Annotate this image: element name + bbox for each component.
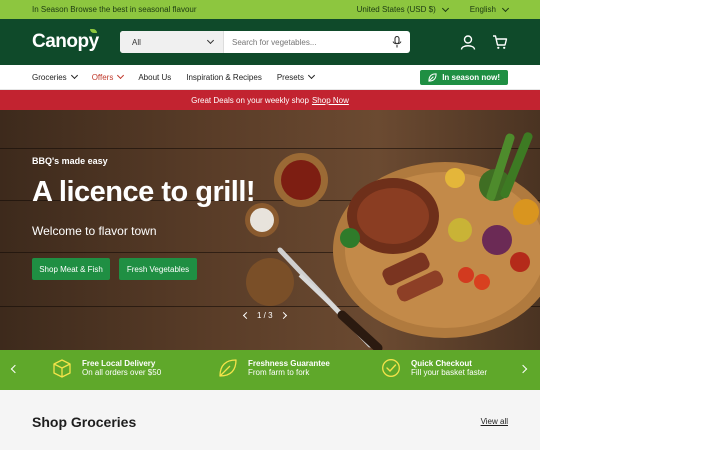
fresh-vegetables-button[interactable]: Fresh Vegetables <box>119 258 197 280</box>
locale-selectors: United States (USD $) English <box>356 4 510 14</box>
nav-item-about-us[interactable]: About Us <box>138 73 171 82</box>
features-next-icon[interactable] <box>518 364 528 374</box>
feature-free-delivery: Free Local Delivery On all orders over $… <box>52 358 161 378</box>
feature-title: Freshness Guarantee <box>248 359 330 368</box>
header-icons <box>460 34 508 50</box>
next-slide-icon[interactable] <box>279 311 287 320</box>
feature-subtitle: From farm to fork <box>248 368 310 377</box>
shop-meat-fish-button[interactable]: Shop Meat & Fish <box>32 258 110 280</box>
hero-slideshow: BBQ's made easy A licence to grill! Welc… <box>0 110 540 350</box>
box-icon <box>53 359 71 378</box>
nav-item-label: Groceries <box>32 72 67 82</box>
promo-text: Great Deals on your weekly shop <box>191 95 309 105</box>
nav-item-label: Inspiration & Recipes <box>186 72 262 82</box>
nav-item-offers[interactable]: Offers <box>91 71 125 82</box>
features-previous-icon[interactable] <box>10 364 20 374</box>
slideshow-controls: 1 / 3 <box>242 311 287 320</box>
nav-item-label: Presets <box>276 72 304 82</box>
search-category-label: All <box>132 37 141 47</box>
feature-title: Quick Checkout <box>411 359 472 368</box>
account-icon[interactable] <box>460 34 476 50</box>
announcement-bar: In Season Browse the best in seasonal fl… <box>0 0 540 19</box>
search-field <box>224 31 410 53</box>
in-season-label: In season now! <box>442 72 500 82</box>
feature-text: Quick Checkout Fill your basket faster <box>411 359 487 377</box>
chevron-down-icon <box>117 71 125 80</box>
hero-kicker: BBQ's made easy <box>32 156 108 166</box>
slide-indicator: 1 / 3 <box>257 311 273 320</box>
feature-freshness-guarantee: Freshness Guarantee From farm to fork <box>218 358 330 378</box>
chevron-down-icon <box>307 71 315 80</box>
search-category-dropdown[interactable]: All <box>120 31 224 53</box>
page: In Season Browse the best in seasonal fl… <box>0 0 720 450</box>
country-label: United States (USD $) <box>356 5 436 14</box>
language-selector[interactable]: English <box>469 4 510 14</box>
promo-shop-now-link[interactable]: Shop Now <box>312 96 349 105</box>
hero-title: A licence to grill! <box>32 176 256 208</box>
microphone-icon[interactable] <box>392 36 402 48</box>
nav-item-presets[interactable]: Presets <box>276 71 315 82</box>
logo-text: Canopy <box>32 31 99 52</box>
check-circle-icon <box>382 359 400 377</box>
nav-item-label: Offers <box>91 72 114 82</box>
feature-text: Freshness Guarantee From farm to fork <box>248 359 330 377</box>
feature-subtitle: On all orders over $50 <box>82 368 162 377</box>
nav-item-label: About Us <box>138 72 172 82</box>
feature-title: Free Local Delivery <box>82 359 156 368</box>
logo[interactable]: Canopy <box>32 29 120 53</box>
previous-slide-icon[interactable] <box>242 311 251 320</box>
feature-quick-checkout: Quick Checkout Fill your basket faster <box>381 358 487 378</box>
logo-leaf-icon <box>90 29 97 33</box>
search-input[interactable] <box>232 37 392 47</box>
storefront: In Season Browse the best in seasonal fl… <box>0 0 540 450</box>
nav-item-inspiration-recipes[interactable]: Inspiration & Recipes <box>186 73 262 82</box>
leaf-icon <box>219 359 237 377</box>
country-selector[interactable]: United States (USD $) <box>356 4 449 14</box>
site-header: Canopy All <box>0 19 540 65</box>
chevron-down-icon <box>501 4 510 12</box>
feature-text: Free Local Delivery On all orders over $… <box>82 359 161 377</box>
cart-icon[interactable] <box>492 34 508 50</box>
leaf-icon <box>428 72 437 82</box>
hero-subtitle: Welcome to flavor town <box>32 224 157 238</box>
section-title: Shop Groceries <box>32 414 137 430</box>
nav-item-groceries[interactable]: Groceries <box>32 71 78 82</box>
in-season-button[interactable]: In season now! <box>420 69 508 85</box>
promo-banner: Great Deals on your weekly shop Shop Now <box>0 90 540 110</box>
language-label: English <box>469 5 496 14</box>
feature-subtitle: Fill your basket faster <box>411 368 488 377</box>
view-all-link[interactable]: View all <box>481 417 508 426</box>
main-nav: Groceries Offers About Us Inspiration & … <box>0 65 540 90</box>
features-strip: Free Local Delivery On all orders over $… <box>0 350 540 390</box>
chevron-down-icon <box>70 71 78 80</box>
search-bar: All <box>120 31 410 53</box>
shop-groceries-section: Shop Groceries View all <box>0 390 540 450</box>
chevron-down-icon <box>206 36 215 45</box>
announcement-text: In Season Browse the best in seasonal fl… <box>32 5 197 14</box>
chevron-down-icon <box>441 4 449 12</box>
